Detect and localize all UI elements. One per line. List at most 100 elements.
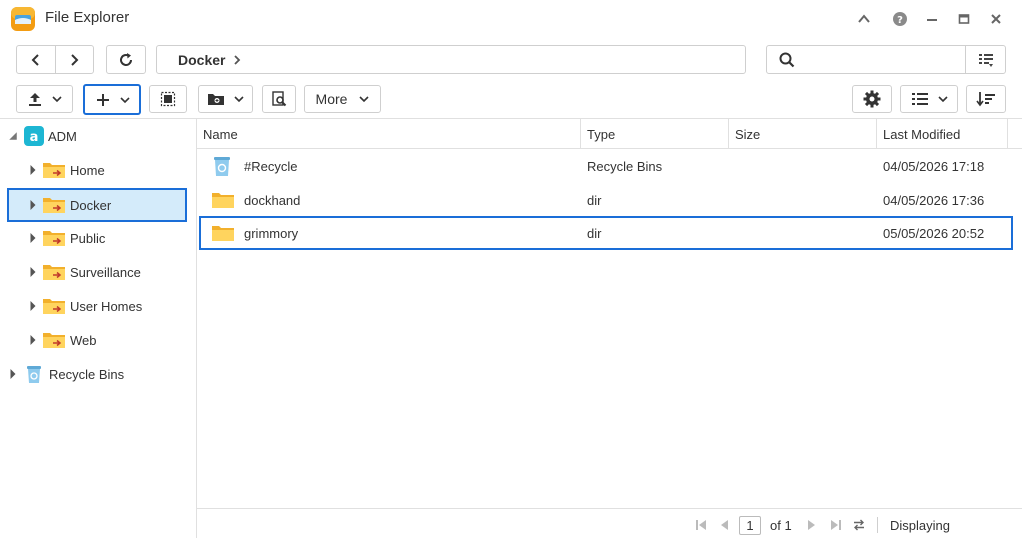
advanced-search-button[interactable] [965, 46, 1005, 73]
file-modified: 05/05/2026 20:52 [883, 225, 985, 241]
previous-page-button[interactable] [717, 517, 731, 533]
help-button[interactable]: ? [890, 9, 910, 29]
recycle-bin-icon [214, 157, 230, 176]
close-icon [991, 14, 1001, 24]
search-field[interactable] [767, 46, 965, 73]
last-page-button[interactable] [829, 517, 843, 533]
maximize-button[interactable] [954, 9, 974, 29]
forward-button[interactable] [54, 46, 94, 73]
back-button[interactable] [17, 46, 55, 73]
filter-list-icon [978, 53, 993, 67]
caret-collapsed-icon [30, 335, 36, 345]
next-page-icon [808, 520, 815, 530]
tree-item-public[interactable]: Public [8, 222, 186, 254]
tree-item-surveillance[interactable]: Surveillance [8, 256, 186, 288]
caret-collapsed-icon [30, 301, 36, 311]
file-row-dockhand[interactable]: dockhand dir 04/05/2026 17:36 [199, 184, 1013, 216]
minimize-button[interactable] [922, 9, 942, 29]
upload-button[interactable] [16, 85, 73, 113]
select-all-button[interactable] [149, 85, 187, 113]
tree-item-home[interactable]: Home [8, 154, 186, 186]
footer-divider [197, 508, 1022, 509]
column-header-size[interactable]: Size [729, 119, 876, 149]
sidebar-divider [196, 119, 197, 538]
select-all-icon [160, 91, 176, 107]
page-number-input[interactable]: 1 [739, 516, 761, 535]
tree-label-home: Home [70, 162, 105, 178]
header-divider [197, 148, 1022, 149]
chevron-down-icon [234, 96, 244, 103]
upload-icon [29, 93, 41, 106]
column-header-last-modified[interactable]: Last Modified [877, 119, 1007, 149]
more-label: More [315, 91, 348, 107]
path-bar[interactable]: Docker [156, 45, 746, 74]
file-name: dockhand [244, 192, 301, 208]
file-type: dir [587, 192, 602, 208]
history-nav [16, 45, 94, 74]
file-type: Recycle Bins [587, 158, 663, 174]
breadcrumb-docker[interactable]: Docker [178, 52, 225, 68]
chevron-right-icon [71, 53, 79, 66]
file-name: #Recycle [244, 158, 298, 174]
tree-item-docker[interactable]: Docker [7, 188, 187, 222]
app-title: File Explorer [45, 9, 130, 26]
search-in-folder-button[interactable] [262, 85, 296, 113]
file-modified: 04/05/2026 17:18 [883, 158, 985, 174]
column-label-name: Name [203, 126, 238, 142]
minimize-icon [927, 19, 937, 21]
file-row-grimmory[interactable]: grimmory dir 05/05/2026 20:52 [199, 216, 1013, 250]
recycle-bin-icon [27, 366, 41, 383]
next-page-button[interactable] [805, 517, 819, 533]
file-type: dir [587, 225, 602, 241]
reload-page-button[interactable] [851, 517, 867, 533]
folder-share-icon [208, 94, 224, 105]
tree-item-adm[interactable]: a ADM [8, 120, 186, 152]
column-header-name[interactable]: Name [197, 119, 580, 149]
chevron-right-icon [233, 54, 241, 66]
search-input[interactable] [801, 52, 951, 67]
swap-icon [854, 519, 864, 531]
tree-item-user-homes[interactable]: User Homes [8, 290, 186, 322]
column-separator [1007, 119, 1008, 149]
title-bar: File Explorer ? [0, 0, 1022, 38]
svg-text:a: a [30, 130, 39, 145]
page-count: of 1 [770, 518, 792, 533]
view-mode-button[interactable] [900, 85, 958, 113]
adm-logo-icon: a [24, 126, 44, 146]
more-button[interactable]: More [304, 85, 381, 113]
chevron-down-icon [119, 96, 130, 103]
caret-collapsed-icon [30, 165, 36, 175]
caret-expanded-icon [9, 132, 17, 140]
collapse-button[interactable] [854, 9, 874, 29]
display-status: Displaying [890, 518, 950, 533]
shared-folder-icon [43, 265, 65, 280]
close-button[interactable] [986, 9, 1006, 29]
folder-icon [212, 193, 234, 208]
document-search-icon [272, 91, 287, 107]
refresh-button[interactable] [106, 45, 146, 74]
file-explorer-app-icon [11, 7, 35, 31]
chevron-down-icon [937, 96, 948, 103]
shared-folder-icon [43, 231, 65, 246]
tree-item-web[interactable]: Web [8, 324, 186, 356]
file-row-recycle[interactable]: #Recycle Recycle Bins 04/05/2026 17:18 [199, 150, 1013, 182]
sort-button[interactable] [966, 85, 1006, 113]
column-label-last-modified: Last Modified [883, 126, 961, 142]
column-header-type[interactable]: Type [581, 119, 728, 149]
caret-collapsed-icon [10, 369, 16, 379]
sort-icon [976, 92, 995, 107]
last-page-icon [831, 520, 841, 530]
folder-icon [212, 226, 234, 241]
first-page-icon [696, 520, 706, 530]
share-folder-button[interactable] [198, 85, 253, 113]
settings-button[interactable] [852, 85, 892, 113]
column-label-type: Type [587, 126, 616, 142]
tree-item-recycle-bins[interactable]: Recycle Bins [8, 358, 186, 390]
create-new-button[interactable] [83, 84, 141, 115]
caret-collapsed-icon [30, 267, 36, 277]
refresh-icon [120, 52, 132, 66]
tree-label-web: Web [70, 332, 97, 348]
caret-collapsed-icon [30, 200, 36, 210]
chevron-up-icon [858, 14, 870, 23]
first-page-button[interactable] [694, 517, 708, 533]
